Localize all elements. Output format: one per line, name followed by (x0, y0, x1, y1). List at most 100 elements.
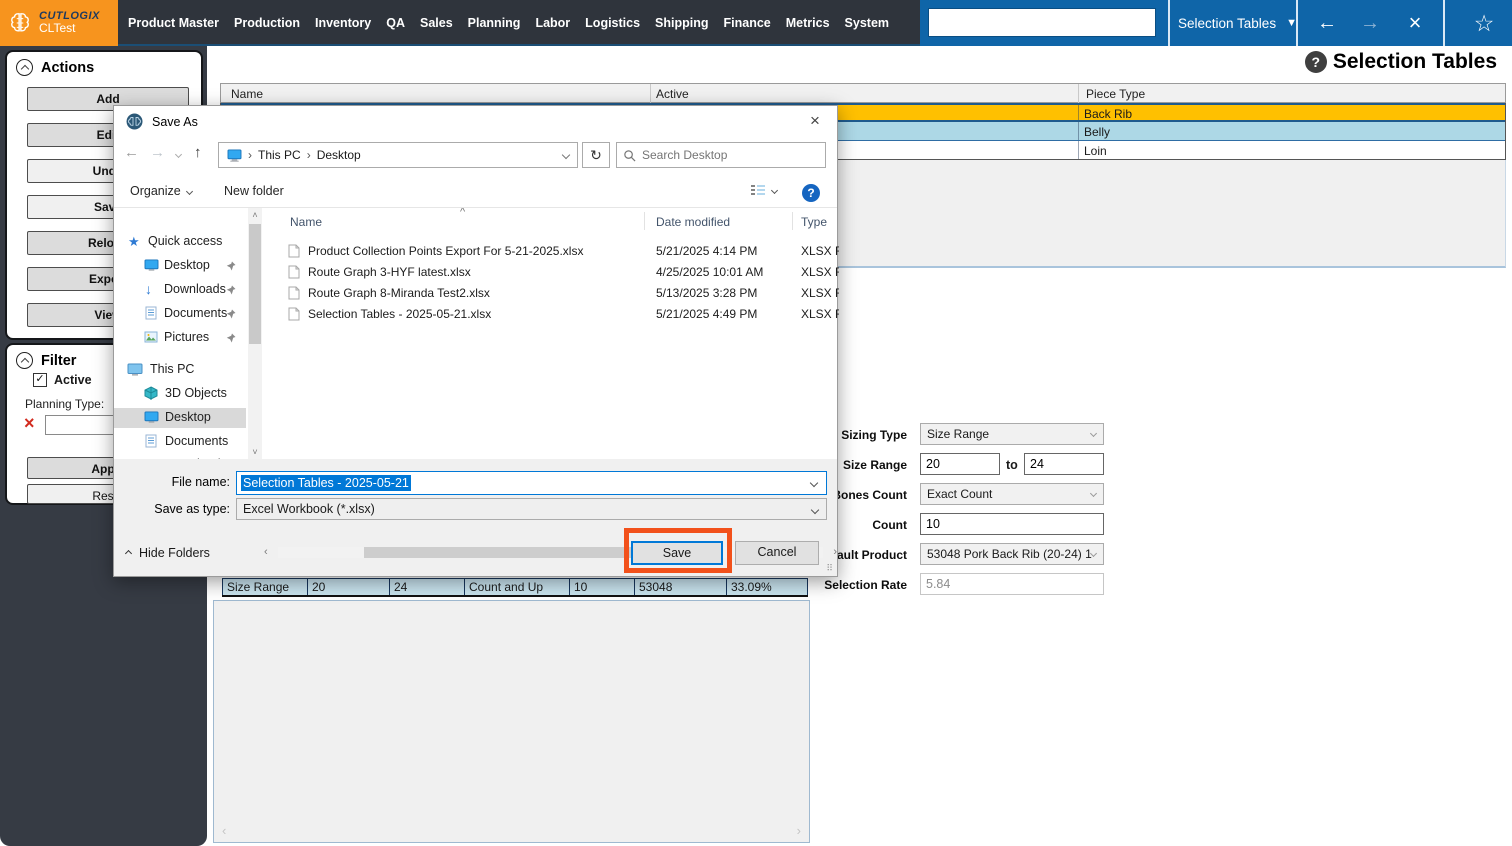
menu-item-labor[interactable]: Labor (535, 16, 570, 30)
dialog-help-button[interactable]: ? (802, 184, 820, 202)
nav-quick-access[interactable]: ★ Quick access (114, 232, 246, 252)
size-range-detail-row[interactable]: Size Range 20 24 Count and Up 10 53048 3… (222, 578, 808, 597)
detail-cell: Count and Up (464, 579, 569, 595)
nav-item-desktop-selected[interactable]: Desktop (114, 408, 246, 428)
column-header-active[interactable]: Active (656, 87, 689, 101)
menu-item-product-master[interactable]: Product Master (128, 16, 219, 30)
nav-item-downloads[interactable]: ↓ Downloads (114, 280, 246, 300)
page-help-icon[interactable]: ? (1305, 51, 1327, 73)
desktop-icon (144, 411, 159, 424)
scroll-right-arrow[interactable]: › (797, 823, 801, 838)
breadcrumb-desktop[interactable]: Desktop (317, 148, 361, 162)
file-column-type[interactable]: Type (801, 215, 827, 229)
chevron-down-icon[interactable] (810, 479, 818, 487)
divider (1078, 122, 1079, 140)
scroll-left-arrow[interactable]: ‹ (264, 546, 268, 558)
nav-item-3d-objects[interactable]: 3D Objects (114, 384, 246, 404)
nav-back-icon[interactable]: ← (124, 144, 139, 161)
breadcrumb-this-pc[interactable]: This PC (258, 148, 301, 162)
menu-item-planning[interactable]: Planning (468, 16, 521, 30)
scroll-right-arrow[interactable]: › (833, 546, 837, 558)
scroll-left-arrow[interactable]: ‹ (222, 823, 226, 838)
pin-icon (226, 285, 236, 295)
file-row[interactable]: Product Collection Points Export For 5-2… (264, 242, 839, 262)
nav-this-pc[interactable]: This PC (114, 360, 246, 380)
address-dropdown-chevron-icon[interactable] (562, 151, 570, 159)
file-row[interactable]: Route Graph 3-HYF latest.xlsx 4/25/2025 … (264, 263, 839, 283)
file-type: XLSX File (801, 265, 839, 279)
hide-folders-label: Hide Folders (139, 546, 210, 560)
hide-folders-button[interactable]: Hide Folders (126, 546, 210, 560)
menu-item-shipping[interactable]: Shipping (655, 16, 708, 30)
dialog-title: Save As (152, 115, 198, 129)
view-mode-button[interactable] (750, 184, 777, 196)
menu-item-sales[interactable]: Sales (420, 16, 453, 30)
menu-item-qa[interactable]: QA (386, 16, 405, 30)
size-range-from-input[interactable] (920, 453, 1000, 475)
divider (644, 212, 645, 230)
detail-cell: 20 (307, 579, 389, 595)
dialog-search-input[interactable] (642, 148, 802, 162)
divider (1078, 105, 1079, 120)
menu-item-logistics[interactable]: Logistics (585, 16, 640, 30)
save-as-type-combo[interactable]: Excel Workbook (*.xlsx) (236, 498, 827, 520)
menu-item-finance[interactable]: Finance (724, 16, 771, 30)
folder-navigation-pane: ★ Quick access Desktop ↓ Downloads Docum… (114, 208, 246, 459)
bones-count-select[interactable]: Exact Count (920, 483, 1104, 505)
file-column-date-modified[interactable]: Date modified (656, 215, 730, 229)
collapse-circle-icon[interactable] (16, 59, 33, 76)
breadcrumb-separator: › (248, 148, 252, 162)
menu-item-system[interactable]: System (845, 16, 889, 30)
column-header-name[interactable]: Name (231, 87, 263, 101)
scroll-up-arrow[interactable]: ˄ (248, 210, 262, 220)
size-range-to-input[interactable] (1024, 453, 1104, 475)
organize-label: Organize (130, 184, 181, 198)
scroll-down-arrow[interactable]: ˅ (248, 447, 262, 457)
nav-pane-scrollbar[interactable]: ˄ ˅ (248, 208, 262, 459)
file-row[interactable]: Route Graph 8-Miranda Test2.xlsx 5/13/20… (264, 284, 839, 304)
sizing-type-select[interactable]: Size Range (920, 423, 1104, 445)
file-name-combo[interactable]: Selection Tables - 2025-05-21 (236, 471, 827, 495)
nav-item-label: Documents (165, 434, 228, 448)
file-column-name[interactable]: Name (290, 215, 322, 229)
global-search-input[interactable] (928, 8, 1156, 37)
forward-button[interactable]: → (1353, 0, 1387, 46)
nav-item-pictures[interactable]: Pictures (114, 328, 246, 348)
menu-item-production[interactable]: Production (234, 16, 300, 30)
clear-filter-icon[interactable]: × (24, 413, 35, 434)
nav-item-downloads[interactable]: ↓ Downloads (114, 456, 246, 459)
scrollbar-thumb[interactable] (249, 224, 261, 344)
default-product-select[interactable]: 53048 Pork Back Rib (20-24) 1 (920, 543, 1104, 565)
page-selector-dropdown[interactable]: Selection Tables ▼ (1178, 0, 1297, 46)
file-date: 5/13/2025 3:28 PM (656, 286, 757, 300)
close-page-button[interactable]: × (1398, 0, 1432, 46)
refresh-button[interactable]: ↻ (582, 142, 610, 168)
selection-rate-input[interactable] (920, 573, 1104, 595)
menu-item-metrics[interactable]: Metrics (786, 16, 830, 30)
favorite-star-button[interactable]: ☆ (1460, 0, 1508, 46)
count-input[interactable] (920, 513, 1104, 535)
cell-piece-type: Back Rib (1084, 105, 1132, 123)
file-name-value[interactable]: Selection Tables - 2025-05-21 (241, 475, 411, 491)
dialog-close-button[interactable]: × (803, 111, 827, 131)
dialog-search-box[interactable] (616, 142, 826, 168)
address-breadcrumb[interactable]: › This PC › Desktop (218, 142, 578, 168)
collapse-circle-icon[interactable] (16, 352, 33, 369)
active-checkbox[interactable]: ✓ (33, 373, 47, 387)
divider (650, 84, 651, 104)
nav-item-documents[interactable]: Documents (114, 304, 246, 324)
file-row[interactable]: Selection Tables - 2025-05-21.xlsx 5/21/… (264, 305, 839, 325)
new-folder-button[interactable]: New folder (224, 184, 284, 198)
cancel-button[interactable]: Cancel (735, 541, 819, 565)
back-button[interactable]: ← (1310, 0, 1344, 46)
nav-item-desktop[interactable]: Desktop (114, 256, 246, 276)
nav-forward-icon[interactable]: → (150, 144, 165, 161)
selection-table-header: Name Active Piece Type (220, 83, 1506, 103)
column-header-piece-type[interactable]: Piece Type (1086, 87, 1145, 101)
resize-grip[interactable]: ⠿ (826, 563, 834, 574)
nav-item-documents[interactable]: Documents (114, 432, 246, 452)
nav-up-icon[interactable]: ↑ (194, 144, 202, 161)
menu-item-inventory[interactable]: Inventory (315, 16, 371, 30)
default-product-value: 53048 Pork Back Rib (20-24) 1 (927, 547, 1092, 561)
organize-menu-button[interactable]: Organize (130, 184, 192, 198)
